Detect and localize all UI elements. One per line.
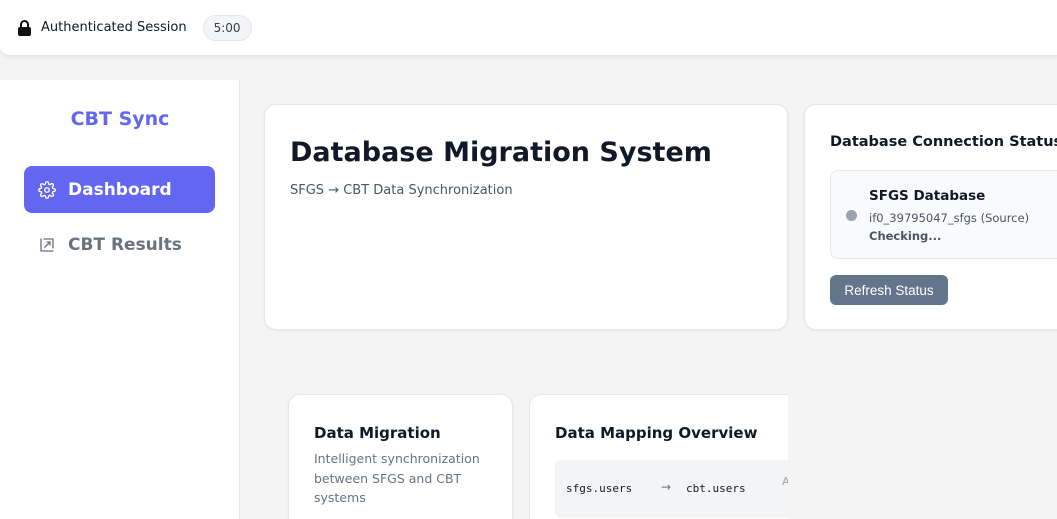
database-id: if0_39795047_sfgs (Source) [869, 211, 1030, 225]
session-label: Authenticated Session [41, 20, 187, 35]
data-migration-description: Intelligent synchronization between SFGS… [314, 451, 480, 505]
data-migration-title: Data Migration [314, 424, 441, 442]
connection-status-title: Database Connection Status [830, 134, 1057, 150]
refresh-status-button[interactable]: Refresh Status [830, 275, 948, 305]
database-name: SFGS Database [869, 188, 986, 204]
lock-icon [18, 19, 31, 36]
mapping-source: sfgs.users [566, 482, 633, 495]
mapping-target: cbt.users [686, 482, 746, 495]
data-mapping-viewport: Data Mapping Overview sfgs.users → cbt.u… [529, 394, 788, 519]
external-chart-icon [38, 236, 56, 254]
brand-logo[interactable]: CBT Sync [0, 108, 240, 130]
data-migration-card: Data Migration Intelligent synchronizati… [288, 394, 513, 519]
database-state: Checking... [869, 229, 942, 243]
sidebar-item-dashboard[interactable]: Dashboard [24, 166, 215, 213]
gear-icon [38, 180, 56, 199]
sidebar: CBT Sync Dashboard CBT Results [0, 80, 240, 519]
page-subtitle: SFGS → CBT Data Synchronization [290, 183, 513, 198]
sidebar-item-label: CBT Results [68, 234, 182, 255]
mapping-row: sfgs.users → cbt.users A a [555, 460, 788, 518]
data-mapping-title: Data Mapping Overview [555, 424, 758, 442]
session-timer-badge: 5:00 [202, 14, 252, 41]
mapping-note: A a [782, 475, 788, 488]
arrow-right-icon: → [661, 480, 672, 494]
session-bar: Authenticated Session 5:00 [0, 0, 1057, 56]
sidebar-item-label: Dashboard [68, 179, 172, 200]
connection-status-card: Database Connection Status SFGS Database… [804, 104, 1057, 330]
status-dot-icon [846, 210, 857, 221]
database-status-box: SFGS Database if0_39795047_sfgs (Source)… [830, 170, 1057, 259]
sidebar-item-cbt-results[interactable]: CBT Results [24, 221, 215, 268]
hero-card: Database Migration System SFGS → CBT Dat… [264, 104, 788, 330]
page-title: Database Migration System [290, 137, 712, 168]
data-mapping-card: Data Mapping Overview sfgs.users → cbt.u… [529, 394, 788, 519]
